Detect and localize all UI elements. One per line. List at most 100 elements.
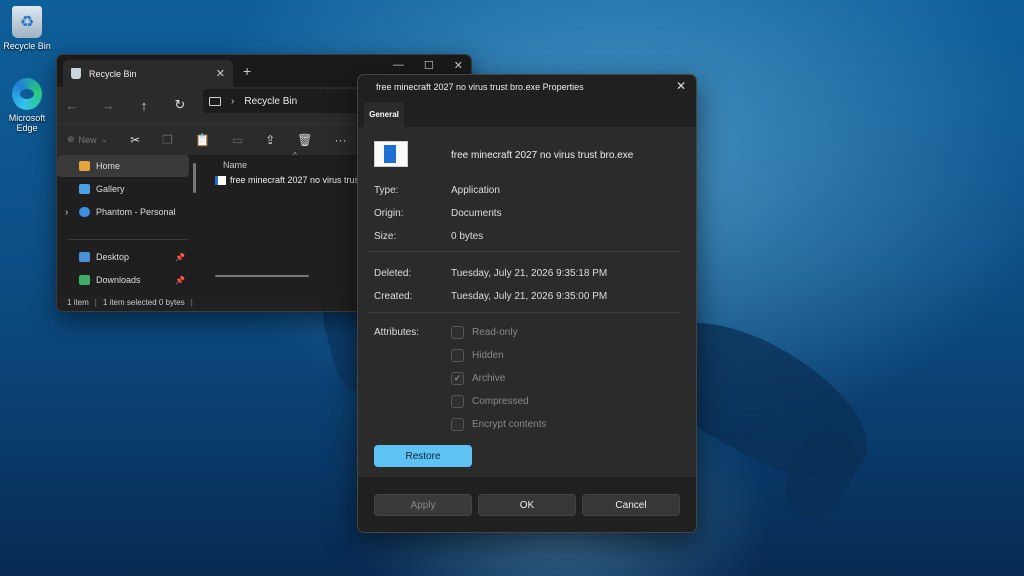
back-button[interactable]: ← <box>65 98 79 113</box>
property-key: Created: <box>374 291 413 302</box>
new-label: New <box>78 134 97 145</box>
rename-icon[interactable]: ▭ <box>232 133 243 147</box>
gallery-icon <box>79 184 90 194</box>
property-key: Type: <box>374 185 399 196</box>
dialog-title: free minecraft 2027 no virus trust bro.e… <box>376 82 584 92</box>
checkbox-label: Compressed <box>472 396 529 407</box>
checkbox-compressed[interactable]: Compressed <box>451 395 529 408</box>
download-icon <box>79 275 90 285</box>
minimize-button[interactable]: — <box>393 59 404 72</box>
refresh-button[interactable]: ↻ <box>173 97 187 113</box>
tab-general[interactable]: General <box>364 102 404 127</box>
property-value: Documents <box>451 208 502 219</box>
nav-scrollbar[interactable] <box>193 163 196 193</box>
new-button[interactable]: ⊕ New ⌄ <box>67 134 108 145</box>
apply-button[interactable]: Apply <box>374 494 472 516</box>
dialog-title-bar: free minecraft 2027 no virus trust bro.e… <box>358 75 696 99</box>
cloud-icon <box>79 207 90 217</box>
desktop-icon <box>79 252 90 262</box>
home-icon <box>79 161 90 171</box>
property-key: Deleted: <box>374 268 412 279</box>
edge-icon <box>12 78 42 110</box>
copy-icon[interactable]: ❐ <box>162 133 173 147</box>
expand-chevron-icon[interactable]: › <box>65 207 68 218</box>
property-value: Tuesday, July 21, 2026 9:35:18 PM <box>451 268 608 279</box>
close-icon[interactable]: ✕ <box>676 79 686 93</box>
sidebar-item-desktop[interactable]: Desktop 📌 <box>57 246 189 268</box>
checkbox-box[interactable] <box>451 326 464 339</box>
checkbox-hidden[interactable]: Hidden <box>451 349 504 362</box>
horizontal-scrollbar[interactable] <box>215 275 309 277</box>
close-button[interactable]: ✕ <box>454 59 463 72</box>
sidebar-item-label: Phantom - Personal <box>96 207 176 217</box>
checkbox-box[interactable] <box>451 418 464 431</box>
recycle-bin-icon <box>12 6 42 38</box>
pin-icon[interactable]: 📌 <box>175 276 185 285</box>
chevron-right-icon[interactable]: › <box>231 96 234 107</box>
section-divider <box>368 251 680 252</box>
file-row[interactable]: free minecraft 2027 no virus trust <box>215 175 362 185</box>
checkbox-read-only[interactable]: Read-only <box>451 326 518 339</box>
column-header-name[interactable]: Name <box>223 155 247 175</box>
cut-icon[interactable]: ✂ <box>130 133 140 147</box>
dialog-footer: Apply OK Cancel <box>358 477 696 532</box>
property-value: Tuesday, July 21, 2026 9:35:00 PM <box>451 291 608 302</box>
exe-file-icon <box>374 141 408 167</box>
cancel-button[interactable]: Cancel <box>582 494 680 516</box>
more-options-button[interactable]: ··· <box>335 133 347 147</box>
status-selection: 1 item selected 0 bytes <box>102 297 185 307</box>
checkbox-label: Encrypt contents <box>472 419 547 430</box>
sidebar-item-onedrive[interactable]: › Phantom - Personal <box>57 201 189 223</box>
general-panel: free minecraft 2027 no virus trust bro.e… <box>358 127 696 479</box>
sort-caret-icon: ^ <box>293 151 297 160</box>
pin-icon[interactable]: 📌 <box>175 253 185 262</box>
forward-button[interactable]: → <box>101 98 115 113</box>
sidebar-item-label: Downloads <box>96 275 141 285</box>
checkbox-box[interactable] <box>451 395 464 408</box>
sidebar-item-label: Desktop <box>96 252 130 262</box>
up-button[interactable]: ↑ <box>137 98 151 113</box>
file-name: free minecraft 2027 no virus trust bro.e… <box>451 150 634 161</box>
desktop-icon-label: Microsoft Edge <box>8 113 46 133</box>
property-key: Size: <box>374 231 397 242</box>
sidebar-item-gallery[interactable]: Gallery <box>57 178 189 200</box>
properties-dialog: free minecraft 2027 no virus trust bro.e… <box>357 74 697 533</box>
tab-close-icon[interactable]: ✕ <box>216 67 225 80</box>
delete-icon[interactable]: 🗑 <box>297 133 312 147</box>
tab-recycle-bin[interactable]: Recycle Bin ✕ <box>63 60 233 87</box>
plus-circle-icon: ⊕ <box>67 134 75 144</box>
checkmark-icon[interactable]: ✓ <box>451 372 464 385</box>
restore-button[interactable]: Restore <box>374 445 472 467</box>
sidebar-item-downloads[interactable]: Downloads 📌 <box>57 269 189 291</box>
address-location[interactable]: Recycle Bin <box>244 96 297 107</box>
status-separator: | <box>94 297 97 307</box>
recycle-bin-icon <box>71 68 81 79</box>
checkbox-label: Archive <box>472 373 506 384</box>
dialog-tabs: General <box>358 99 696 127</box>
new-tab-button[interactable]: + <box>243 63 251 79</box>
checkbox-archive[interactable]: ✓ Archive <box>451 372 505 385</box>
share-icon[interactable]: ⇪ <box>265 133 275 147</box>
maximize-button[interactable]: ☐ <box>424 59 434 72</box>
nav-divider <box>67 239 189 240</box>
desktop-icon-edge[interactable]: Microsoft Edge <box>0 78 54 133</box>
window-controls: — ☐ ✕ <box>393 59 463 72</box>
checkbox-box[interactable] <box>451 349 464 362</box>
paste-icon[interactable]: 📋 <box>195 133 210 147</box>
file-name: free minecraft 2027 no virus trust <box>230 175 362 185</box>
chevron-down-icon: ⌄ <box>100 134 109 144</box>
sidebar-item-home[interactable]: Home <box>57 155 189 177</box>
exe-file-icon <box>215 175 226 185</box>
status-item-count: 1 item <box>67 297 89 307</box>
checkbox-encrypt[interactable]: Encrypt contents <box>451 418 546 431</box>
desktop-icon-recycle-bin[interactable]: Recycle Bin <box>0 6 54 51</box>
navigation-pane: Home Gallery › Phantom - Personal Deskto… <box>57 155 197 295</box>
ok-button[interactable]: OK <box>478 494 576 516</box>
sidebar-item-label: Gallery <box>96 184 125 194</box>
monitor-icon <box>209 96 221 106</box>
property-value: Application <box>451 185 500 196</box>
status-separator: | <box>190 297 193 307</box>
sidebar-item-label: Home <box>96 161 121 171</box>
attributes-label: Attributes: <box>374 327 420 338</box>
desktop-icon-label: Recycle Bin <box>3 41 51 51</box>
